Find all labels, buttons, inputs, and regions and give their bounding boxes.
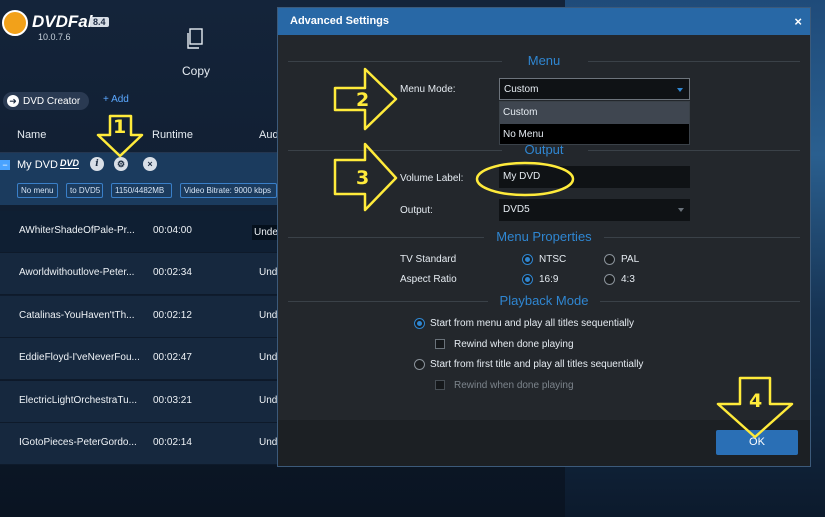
column-header-runtime[interactable]: Runtime — [152, 118, 193, 152]
callout-number-3: 3 — [356, 167, 370, 189]
menu-mode-dropdown-list: Custom No Menu — [499, 101, 690, 145]
output-select[interactable]: DVD5 — [499, 199, 690, 221]
app-logo-text: DVDFab — [32, 12, 99, 31]
pb-start-title-label[interactable]: Start from first title and play all titl… — [430, 359, 643, 370]
row-audio[interactable]: Und — [259, 437, 277, 448]
table-row[interactable]: AWhiterShadeOfPale-Pr... 00:04:00 Unde — [0, 211, 280, 253]
row-duration: 00:02:12 — [153, 310, 192, 321]
table-row[interactable]: ElectricLightOrchestraTu... 00:03:21 Und — [0, 381, 277, 423]
pb-start-title-radio[interactable] — [414, 359, 425, 370]
aspect-43-label[interactable]: 4:3 — [621, 274, 635, 285]
tv-ntsc-radio[interactable] — [522, 254, 533, 265]
volume-label-input[interactable]: My DVD — [499, 166, 690, 188]
copy-icon[interactable] — [186, 28, 206, 50]
dialog-title: Advanced Settings — [278, 8, 810, 35]
ok-button[interactable]: OK — [716, 430, 798, 455]
tv-pal-radio[interactable] — [604, 254, 615, 265]
row-name: Aworldwithoutlove-Peter... — [19, 267, 135, 278]
callout-number-4: 4 — [749, 390, 763, 412]
advanced-settings-icon[interactable]: ⚙ — [114, 157, 128, 171]
app-version: 10.0.7.6 — [38, 32, 71, 42]
volume-label-label: Volume Label: — [400, 173, 464, 184]
row-duration: 00:02:47 — [153, 352, 192, 363]
aspect-43-radio[interactable] — [604, 274, 615, 285]
menu-mode-option-custom[interactable]: Custom — [500, 102, 689, 124]
row-name: IGotoPieces-PeterGordo... — [19, 437, 137, 448]
row-audio[interactable]: Unde — [252, 225, 280, 240]
row-audio[interactable]: Und — [259, 267, 277, 278]
collapse-icon[interactable]: − — [0, 160, 10, 170]
table-row[interactable]: Catalinas-YouHaven'tTh... 00:02:12 Und — [0, 296, 277, 338]
output-value: DVD5 — [503, 204, 530, 215]
tv-standard-label: TV Standard — [400, 254, 457, 265]
table-row[interactable]: IGotoPieces-PeterGordo... 00:02:14 Und — [0, 423, 277, 465]
row-name: AWhiterShadeOfPale-Pr... — [19, 225, 135, 236]
callout-number-1: 1 — [113, 116, 127, 138]
dvd-logo-icon: DVD — [60, 158, 80, 169]
aspect-ratio-label: Aspect Ratio — [400, 274, 457, 285]
aspect-169-radio[interactable] — [522, 274, 533, 285]
chip-output[interactable]: to DVD5 — [66, 183, 103, 198]
row-name: ElectricLightOrchestraTu... — [19, 395, 138, 406]
pb-rewind2-checkbox — [435, 380, 445, 390]
menu-mode-select[interactable]: Custom — [499, 78, 690, 100]
output-label: Output: — [400, 205, 433, 216]
copy-mode-label[interactable]: Copy — [182, 64, 210, 78]
dvd-creator-button[interactable]: ➜ DVD Creator — [3, 92, 89, 110]
chevron-down-icon — [678, 208, 684, 212]
table-row[interactable]: EddieFloyd-I'veNeverFou... 00:02:47 Und — [0, 338, 277, 380]
pb-rewind1-label[interactable]: Rewind when done playing — [454, 339, 574, 350]
chip-size[interactable]: 1150/4482MB — [111, 183, 172, 198]
remove-icon[interactable]: × — [143, 157, 157, 171]
tv-ntsc-label[interactable]: NTSC — [539, 254, 566, 265]
info-icon[interactable]: i — [90, 157, 104, 171]
section-menu: Menu — [527, 53, 561, 68]
chevron-down-icon — [677, 88, 683, 92]
chip-bitrate[interactable]: Video Bitrate: 9000 kbps — [180, 183, 277, 198]
dvd-creator-label: DVD Creator — [23, 95, 81, 107]
row-duration: 00:02:14 — [153, 437, 192, 448]
pb-start-menu-radio[interactable] — [414, 318, 425, 329]
menu-mode-value: Custom — [504, 84, 539, 95]
row-audio[interactable]: Und — [259, 352, 277, 363]
row-audio[interactable]: Und — [259, 395, 277, 406]
row-name: Catalinas-YouHaven'tTh... — [19, 310, 135, 321]
row-audio[interactable]: Und — [259, 310, 277, 321]
pb-rewind2-label: Rewind when done playing — [454, 380, 574, 391]
aspect-169-label[interactable]: 16:9 — [539, 274, 558, 285]
row-duration: 00:04:00 — [153, 225, 192, 236]
pb-rewind1-checkbox[interactable] — [435, 339, 445, 349]
row-duration: 00:03:21 — [153, 395, 192, 406]
callout-number-2: 2 — [356, 89, 370, 111]
source-title: My DVD — [17, 159, 58, 171]
arrow-right-icon: ➜ — [7, 95, 19, 107]
close-icon[interactable]: × — [794, 14, 802, 29]
section-playback-mode: Playback Mode — [499, 293, 589, 308]
row-name: EddieFloyd-I'veNeverFou... — [19, 352, 140, 363]
menu-mode-label: Menu Mode: — [400, 84, 456, 95]
section-output: Output — [524, 142, 564, 157]
section-menu-properties: Menu Properties — [496, 229, 592, 244]
add-button[interactable]: + Add — [103, 94, 129, 105]
chip-menu[interactable]: No menu — [17, 183, 58, 198]
row-duration: 00:02:34 — [153, 267, 192, 278]
advanced-settings-dialog: Advanced Settings × Menu Menu Mode: Cust… — [277, 7, 811, 467]
table-row[interactable]: Aworldwithoutlove-Peter... 00:02:34 Und — [0, 253, 277, 295]
version-badge: 8.4 — [90, 17, 109, 27]
tv-pal-label[interactable]: PAL — [621, 254, 639, 265]
dvdfab-logo-icon — [2, 10, 28, 36]
pb-start-menu-label[interactable]: Start from menu and play all titles sequ… — [430, 318, 634, 329]
column-header-name[interactable]: Name — [17, 118, 46, 152]
